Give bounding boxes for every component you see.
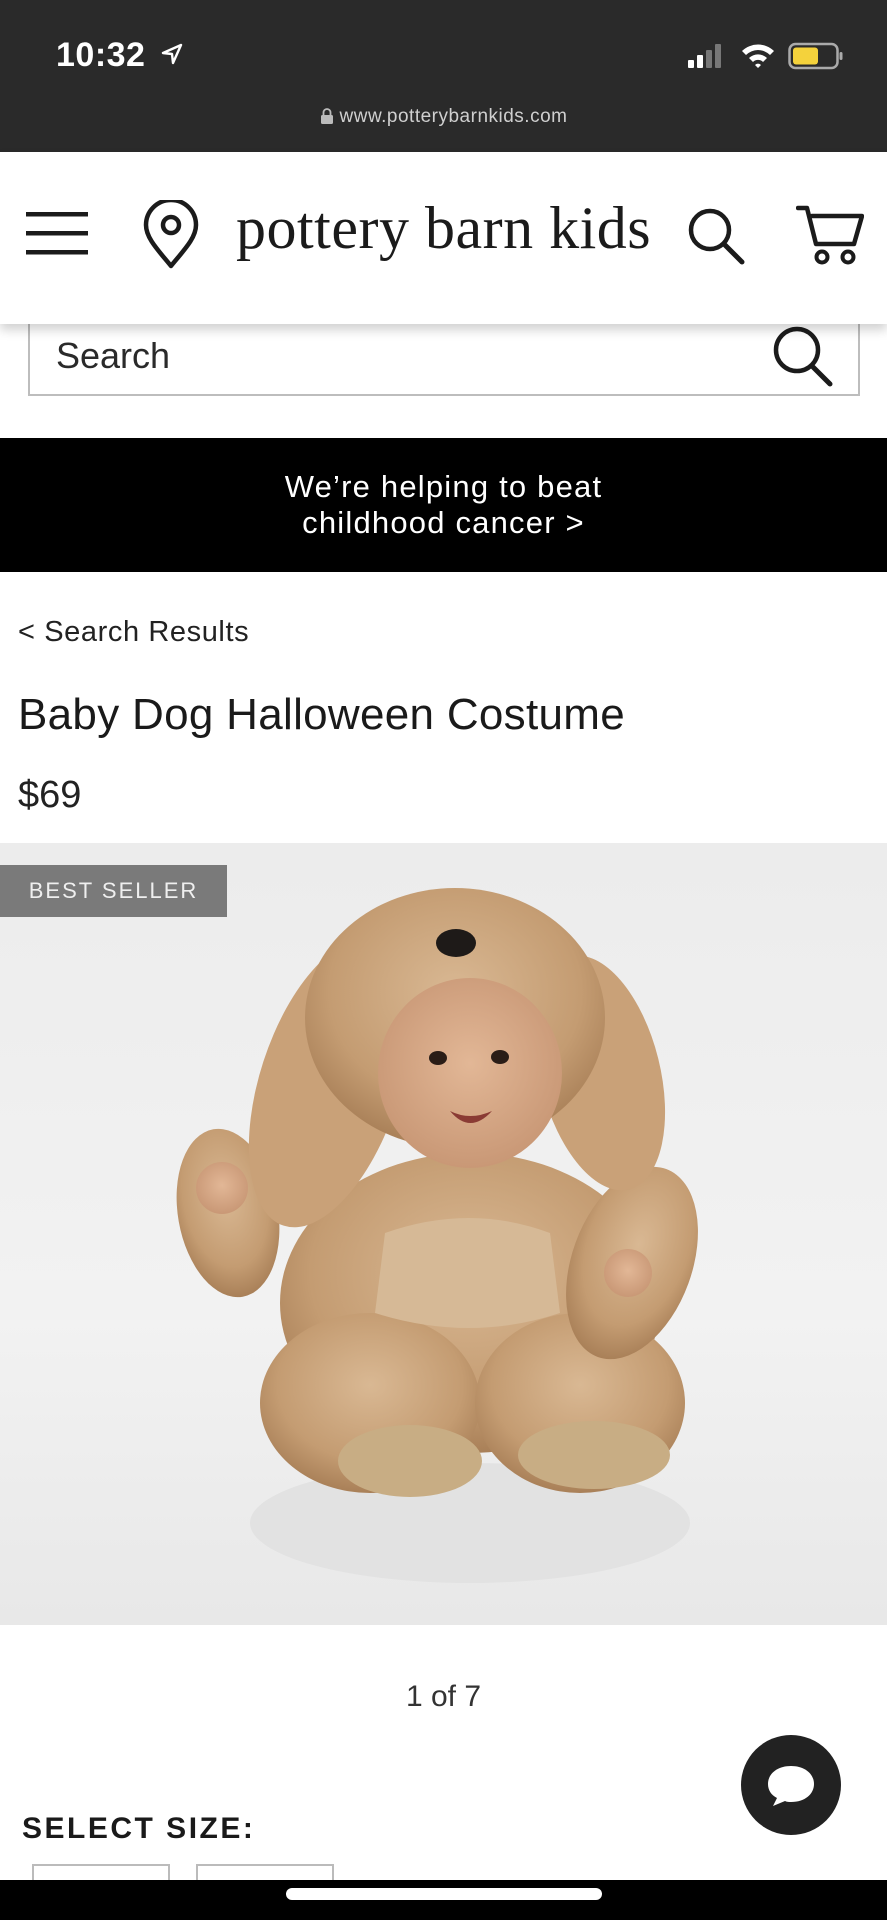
product-title: Baby Dog Halloween Costume [18, 690, 625, 739]
hamburger-menu-icon[interactable] [26, 210, 88, 256]
battery-icon [788, 42, 843, 70]
image-pager: 1 of 7 [405, 1680, 482, 1713]
search-input[interactable] [56, 328, 736, 384]
product-image-carousel[interactable]: BEST SELLER [0, 843, 887, 1625]
chat-bubble-icon [768, 1766, 814, 1806]
store-locator-pin-icon[interactable] [142, 200, 200, 270]
address-bar[interactable]: www.potterybarnkids.com [0, 106, 887, 128]
back-to-search-results-link[interactable]: < Search Results [18, 616, 249, 649]
product-photo [176, 888, 698, 1583]
site-logo[interactable]: pottery barn kids [236, 194, 651, 263]
search-bar [28, 318, 860, 396]
header-search-icon[interactable] [686, 206, 746, 266]
url-text: www.potterybarnkids.com [339, 106, 568, 127]
product-price: $69 [18, 774, 82, 816]
location-arrow-icon [161, 43, 183, 65]
select-size-label: SELECT SIZE: [22, 1812, 256, 1845]
status-time: 10:32 [56, 36, 146, 74]
status-bar: 10:32 www.potterybarnkids.com [0, 0, 887, 152]
home-indicator[interactable] [286, 1888, 602, 1900]
shopping-cart-icon[interactable] [796, 204, 864, 266]
promo-banner[interactable]: We’re helping to beat childhood cancer > [0, 438, 887, 572]
search-submit-icon[interactable] [768, 320, 838, 390]
best-seller-badge: BEST SELLER [0, 865, 227, 917]
wifi-icon [742, 44, 774, 68]
site-header: pottery barn kids [0, 152, 887, 324]
lock-icon [320, 108, 333, 124]
chat-button[interactable] [741, 1735, 841, 1835]
home-bar [0, 1880, 887, 1920]
cellular-signal-icon [688, 44, 721, 68]
promo-text: We’re helping to beat childhood cancer > [284, 469, 603, 540]
